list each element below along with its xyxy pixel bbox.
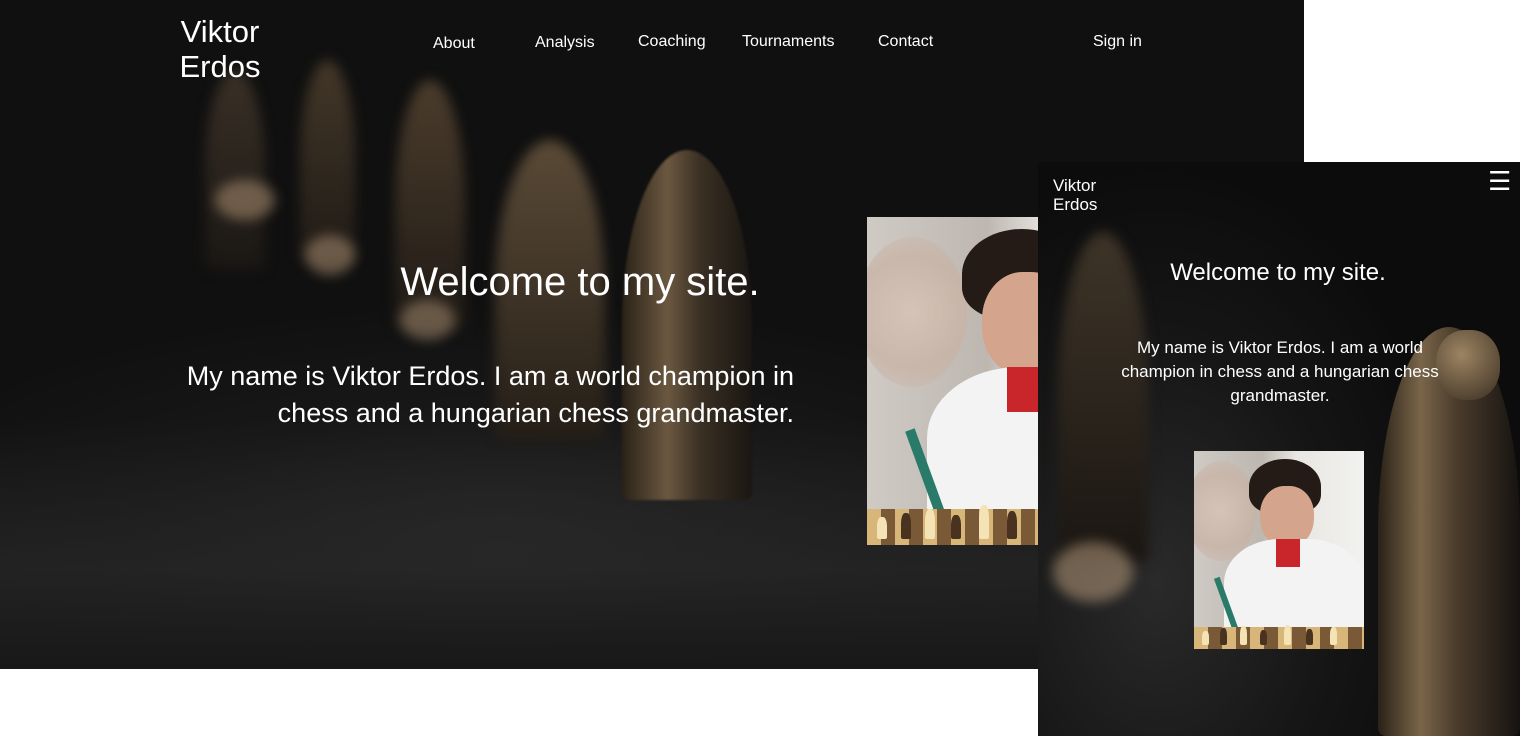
nav-link-tournaments[interactable]: Tournaments [742,32,835,52]
background-light-glow [400,300,455,340]
hamburger-menu-icon[interactable]: ☰ [1488,168,1511,194]
nav-link-about[interactable]: About [433,34,475,54]
portrait-chess-piece [1330,627,1337,645]
nav-link-sign-in[interactable]: Sign in [1093,32,1142,52]
mobile-hero-title: Welcome to my site. [1170,259,1386,286]
mobile-portrait-photo [1194,451,1364,649]
portrait-collar [1276,539,1300,567]
nav-link-coaching[interactable]: Coaching [638,32,706,52]
portrait-chess-piece [1007,511,1017,539]
portrait-chess-piece [1306,629,1313,645]
nav-link-analysis[interactable]: Analysis [535,33,595,53]
background-light-glow [305,235,355,275]
hero-title: Welcome to my site. [400,260,760,304]
background-chess-king [622,150,752,500]
portrait-chess-piece [877,517,887,539]
portrait-chess-piece [951,515,961,539]
mobile-hero-intro-text: My name is Viktor Erdos. I am a world ch… [1121,338,1439,405]
background-chess-piece [300,60,355,260]
portrait-chess-piece [901,513,911,539]
mobile-site-logo[interactable]: Viktor Erdos [1053,176,1097,214]
portrait-chess-piece [979,505,989,539]
portrait-chess-piece [1284,625,1291,645]
site-logo[interactable]: Viktor Erdos [160,14,280,84]
mobile-view: Viktor Erdos ☰ Welcome to my site. My na… [1038,162,1520,736]
portrait-chess-piece [1220,628,1227,645]
portrait-chess-piece [1202,631,1209,645]
portrait-chess-piece [1240,626,1247,645]
portrait-chess-piece [925,509,935,539]
portrait-chess-piece [1260,630,1267,645]
hero-intro-text: My name is Viktor Erdos. I am a world ch… [186,361,794,428]
nav-link-contact[interactable]: Contact [878,32,933,52]
background-light-glow [215,180,275,220]
background-chess-piece [205,70,265,270]
background-light-glow [1053,542,1133,602]
